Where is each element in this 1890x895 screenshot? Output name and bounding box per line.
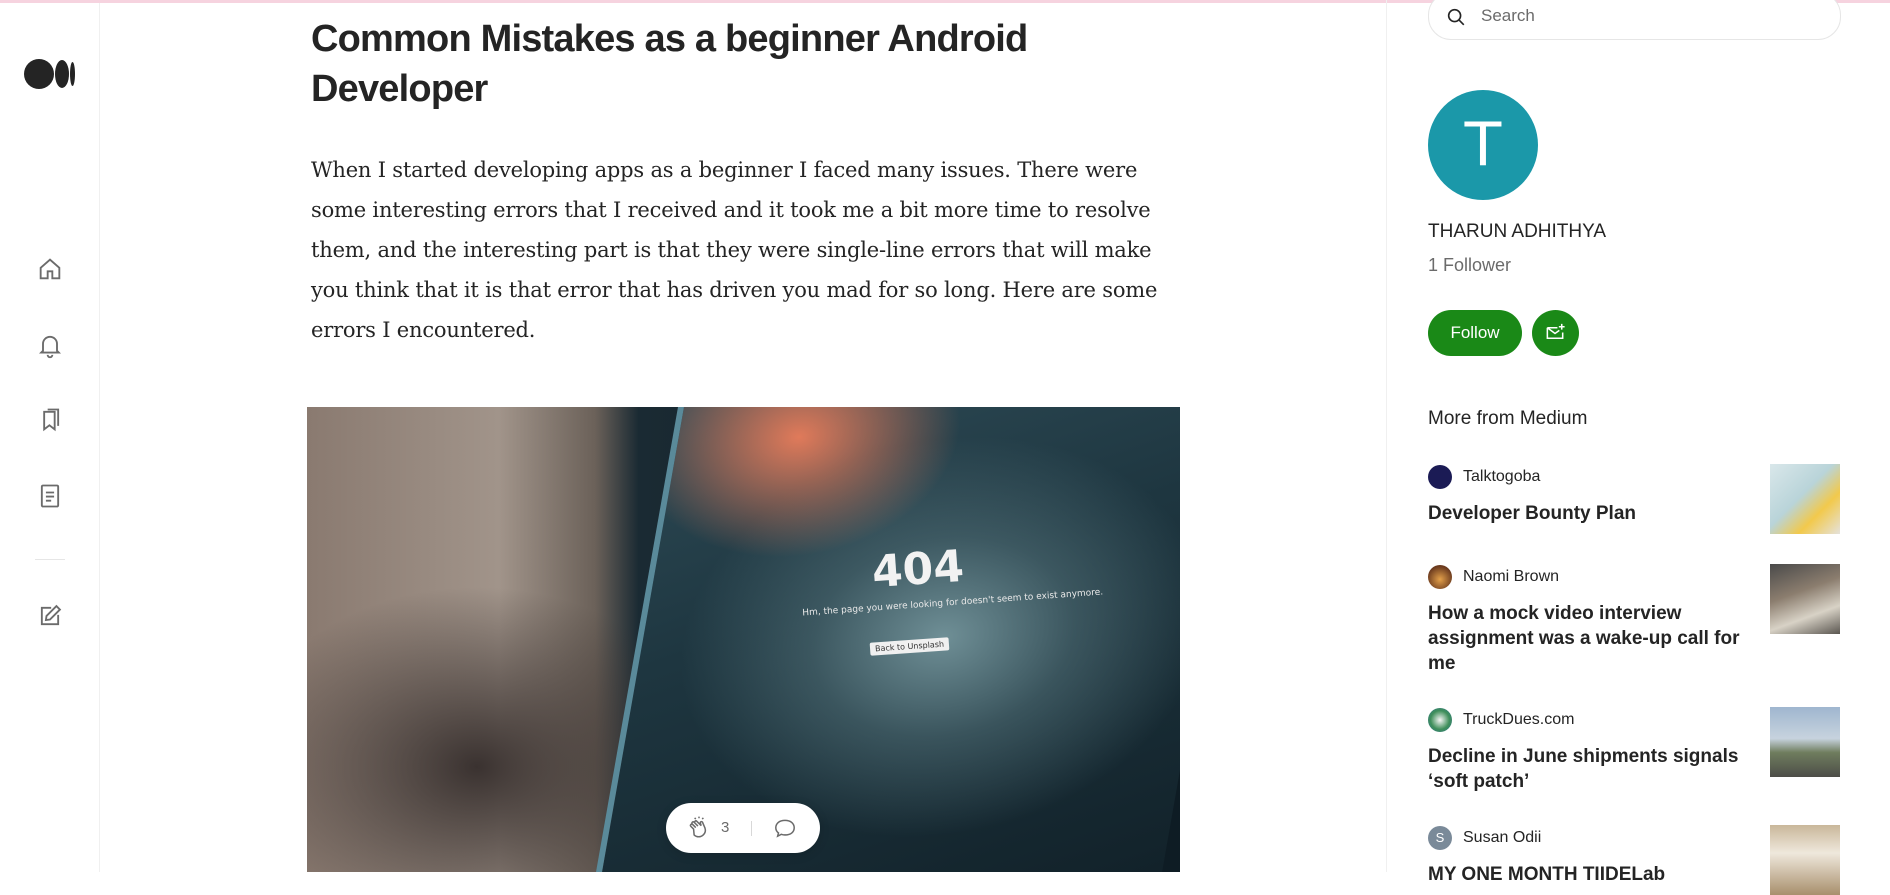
image-404-text: 404 (870, 540, 966, 599)
recommendation-thumbnail[interactable] (1770, 825, 1840, 895)
action-bar-divider (751, 821, 752, 836)
search-input[interactable] (1479, 3, 1823, 29)
publication-avatar (1428, 708, 1452, 732)
medium-logo-icon[interactable] (24, 59, 76, 89)
search-box[interactable] (1428, 0, 1841, 40)
recommendation-thumbnail[interactable] (1770, 707, 1840, 777)
laptop-screen (596, 407, 1180, 872)
subscribe-email-button[interactable] (1532, 310, 1579, 356)
clap-icon[interactable] (686, 815, 712, 841)
recommendation-thumbnail[interactable] (1770, 564, 1840, 634)
comment-icon[interactable] (772, 815, 798, 841)
search-icon (1447, 8, 1465, 26)
mail-plus-icon (1546, 323, 1565, 340)
recommendation-title[interactable]: Decline in June shipments signals ‘soft … (1428, 744, 1748, 794)
recommendation-title[interactable]: Developer Bounty Plan (1428, 501, 1748, 526)
publication-name[interactable]: TruckDues.com (1463, 711, 1574, 729)
left-nav (0, 3, 100, 872)
bookmarks-icon[interactable] (36, 406, 64, 434)
author-avatar[interactable]: T (1428, 90, 1538, 200)
publication-avatar: S (1428, 826, 1452, 850)
follow-button[interactable]: Follow (1428, 310, 1522, 356)
article-title: Common Mistakes as a beginner Android De… (311, 18, 1028, 110)
floating-action-bar: 3 (666, 803, 820, 853)
write-icon[interactable] (36, 602, 64, 630)
publication-name[interactable]: Naomi Brown (1463, 568, 1559, 586)
publication-avatar (1428, 465, 1452, 489)
follower-count[interactable]: 1 Follower (1428, 255, 1511, 276)
stories-icon[interactable] (36, 482, 64, 510)
notifications-icon[interactable] (36, 331, 64, 359)
clap-count: 3 (721, 819, 730, 836)
recommendation-title[interactable]: How a mock video interview assignment wa… (1428, 601, 1748, 676)
more-from-medium-heading: More from Medium (1428, 408, 1588, 429)
author-name[interactable]: THARUN ADHITHYA (1428, 221, 1606, 243)
recommendation-thumbnail[interactable] (1770, 464, 1840, 534)
publication-name[interactable]: Susan Odii (1463, 829, 1541, 847)
nav-divider (35, 559, 65, 560)
publication-avatar (1428, 565, 1452, 589)
right-sidebar: T THARUN ADHITHYA 1 Follower Follow More… (1386, 0, 1890, 895)
publication-name[interactable]: Talktogoba (1463, 468, 1540, 486)
article-paragraph: When I started developing apps as a begi… (311, 158, 1158, 342)
recommendation-title[interactable]: MY ONE MONTH TIIDELab (1428, 862, 1748, 887)
home-icon[interactable] (36, 255, 64, 283)
